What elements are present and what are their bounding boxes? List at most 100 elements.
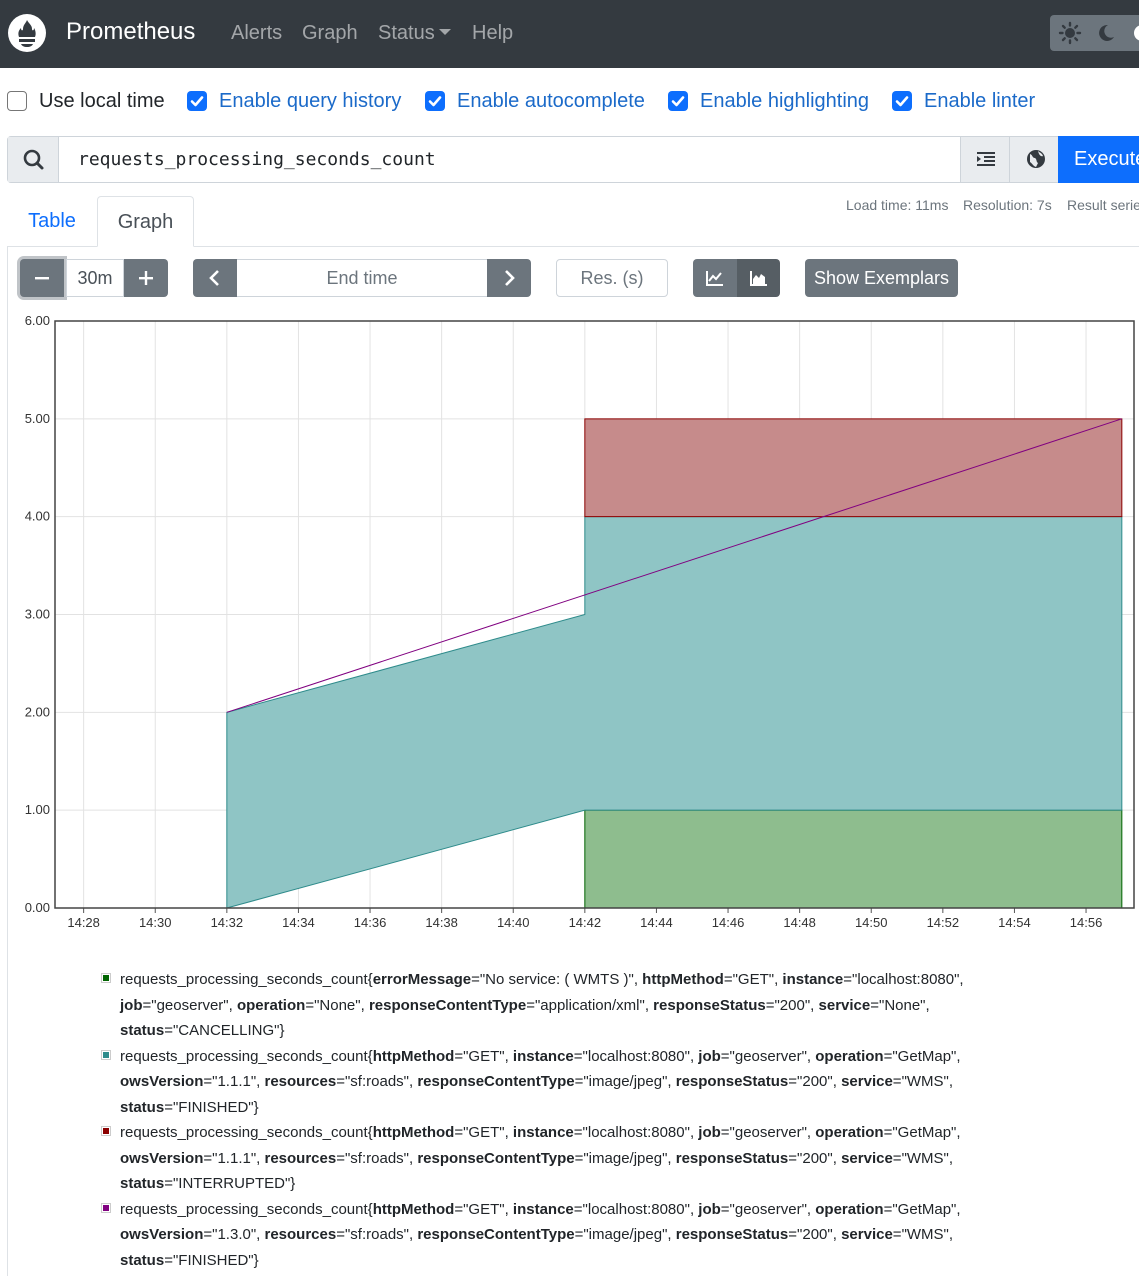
legend-label-key: responseContentType (368, 996, 527, 1014)
moon-icon (1099, 24, 1114, 41)
prometheus-logo-icon[interactable] (8, 14, 46, 52)
legend-label-value: "1.3.0" (212, 1226, 257, 1243)
legend-label-value: "geoserver" (729, 1200, 807, 1218)
legend-label-key: resources (264, 1149, 337, 1167)
legend-label-value: "WMS" (901, 1149, 949, 1167)
nav-status-label: Status (378, 22, 435, 44)
resolution-text: Resolution: 7s (963, 197, 1052, 213)
execute-button[interactable]: Execute (1058, 136, 1139, 183)
legend-label-key: responseContentType (417, 1073, 575, 1090)
chevron-left-icon (209, 270, 219, 286)
increase-range-button[interactable] (124, 259, 168, 297)
previous-time-button[interactable] (193, 259, 237, 297)
line-chart-button[interactable] (693, 259, 737, 297)
end-time-input[interactable]: End time (237, 259, 487, 297)
query-history-checkbox[interactable] (187, 91, 207, 111)
nav-graph[interactable]: Graph (302, 21, 358, 45)
autocomplete-label: Enable autocomplete (457, 89, 645, 112)
x-tick-label: 14:56 (1070, 915, 1103, 930)
legend-label-value: "GetMap" (892, 1200, 957, 1218)
legend-label-key: operation (236, 996, 306, 1014)
legend-label-key: owsVersion (120, 1073, 204, 1090)
legend-metric-name: requests_processing_seconds_count (120, 1124, 368, 1141)
legend-label-value: "localhost:8080" (582, 1124, 690, 1141)
option-autocomplete[interactable]: Enable autocomplete (425, 89, 645, 113)
tab-graph[interactable]: Graph (97, 196, 194, 247)
option-highlighting[interactable]: Enable highlighting (668, 89, 869, 113)
nav-help[interactable]: Help (472, 21, 513, 45)
check-icon (190, 96, 204, 107)
legend-label-key: httpMethod (372, 1047, 455, 1065)
y-tick-label: 0.00 (25, 900, 50, 915)
decrease-range-button[interactable] (20, 259, 64, 297)
legend-label-value: "200" (774, 996, 811, 1014)
legend-label-key: responseStatus (675, 1149, 789, 1167)
autocomplete-checkbox[interactable] (425, 91, 445, 111)
legend-item[interactable]: requests_processing_seconds_count{httpMe… (100, 1120, 980, 1197)
legend-label-value: "geoserver" (151, 996, 229, 1014)
highlighting-label: Enable highlighting (700, 89, 870, 112)
legend-label-value: "geoserver" (729, 1124, 807, 1141)
nav-alerts[interactable]: Alerts (231, 21, 282, 45)
caret-down-icon (438, 29, 451, 35)
option-use-local-time[interactable]: Use local time (7, 89, 165, 113)
graph-chart[interactable]: 0.00 1.00 2.00 3.00 4.00 5.00 6.00 14:28 14:30 14… (0, 305, 1139, 940)
highlighting-checkbox[interactable] (668, 91, 688, 111)
use-local-time-checkbox[interactable] (7, 91, 27, 111)
x-tick-label: 14:42 (569, 915, 602, 930)
metrics-explorer-button[interactable] (1009, 137, 1058, 182)
x-tick-label: 14:28 (67, 915, 100, 930)
legend-label-value: "geoserver" (729, 1047, 807, 1065)
tab-table[interactable]: Table (8, 196, 96, 247)
option-query-history[interactable]: Enable query history (187, 89, 401, 113)
brand-title[interactable]: Prometheus (66, 17, 195, 47)
y-tick-label: 6.00 (25, 313, 50, 328)
legend-label-key: status (120, 1098, 165, 1116)
legend-label-value: "FINISHED" (172, 1098, 254, 1116)
legend-label-value: "localhost:8080" (852, 971, 960, 988)
legend-swatch (101, 1126, 111, 1136)
legend-label-key: responseStatus (653, 996, 766, 1014)
option-linter[interactable]: Enable linter (892, 89, 1035, 113)
legend-label-key: operation (815, 1200, 884, 1218)
legend-label-key: resources (264, 1226, 337, 1243)
minus-icon (35, 277, 49, 280)
legend-label-key: owsVersion (120, 1149, 204, 1167)
linter-checkbox[interactable] (892, 91, 912, 111)
auto-theme-button[interactable] (1124, 15, 1139, 51)
legend-label-value: "sf:roads" (344, 1226, 409, 1243)
legend-label-value: "GET" (463, 1200, 505, 1218)
legend-item[interactable]: requests_processing_seconds_count{errorM… (100, 967, 980, 1044)
legend-metric-name: requests_processing_seconds_count (120, 1200, 368, 1218)
x-tick-label: 14:36 (354, 915, 387, 930)
expression-input[interactable]: requests_processing_seconds_count (60, 137, 960, 182)
legend-label-key: instance (512, 1124, 574, 1141)
result-series-text: Result series: 4 (1067, 197, 1139, 213)
legend-label-value: "FINISHED" (172, 1251, 254, 1269)
show-exemplars-button[interactable]: Show Exemplars (805, 259, 958, 297)
x-tick-label: 14:46 (712, 915, 745, 930)
format-expression-button[interactable] (960, 137, 1009, 182)
query-history-label: Enable query history (219, 89, 402, 112)
next-time-button[interactable] (487, 259, 531, 297)
legend-label-value: "200" (797, 1073, 833, 1090)
legend-label-value: "image/jpeg" (583, 1073, 668, 1090)
search-addon (8, 137, 59, 182)
legend-item[interactable]: requests_processing_seconds_count{httpMe… (100, 1197, 980, 1274)
range-input[interactable]: 30m (66, 259, 124, 297)
legend-label-value: "200" (797, 1149, 833, 1167)
nav-status[interactable]: Status (378, 21, 451, 45)
x-tick-label: 14:48 (783, 915, 816, 930)
resolution-input[interactable]: Res. (s) (556, 259, 668, 297)
plus-icon (139, 271, 153, 285)
x-tick-label: 14:40 (497, 915, 530, 930)
legend-label-key: responseStatus (675, 1073, 789, 1090)
light-theme-button[interactable] (1052, 15, 1088, 51)
y-tick-label: 4.00 (25, 509, 50, 524)
top-navbar: Prometheus Alerts Graph Status Help (0, 0, 1139, 68)
dark-theme-button[interactable] (1088, 15, 1124, 51)
legend-item[interactable]: requests_processing_seconds_count{httpMe… (100, 1044, 980, 1121)
legend-label-key: service (841, 1073, 893, 1090)
stacked-chart-button[interactable] (737, 259, 780, 297)
y-tick-label: 2.00 (25, 704, 50, 719)
